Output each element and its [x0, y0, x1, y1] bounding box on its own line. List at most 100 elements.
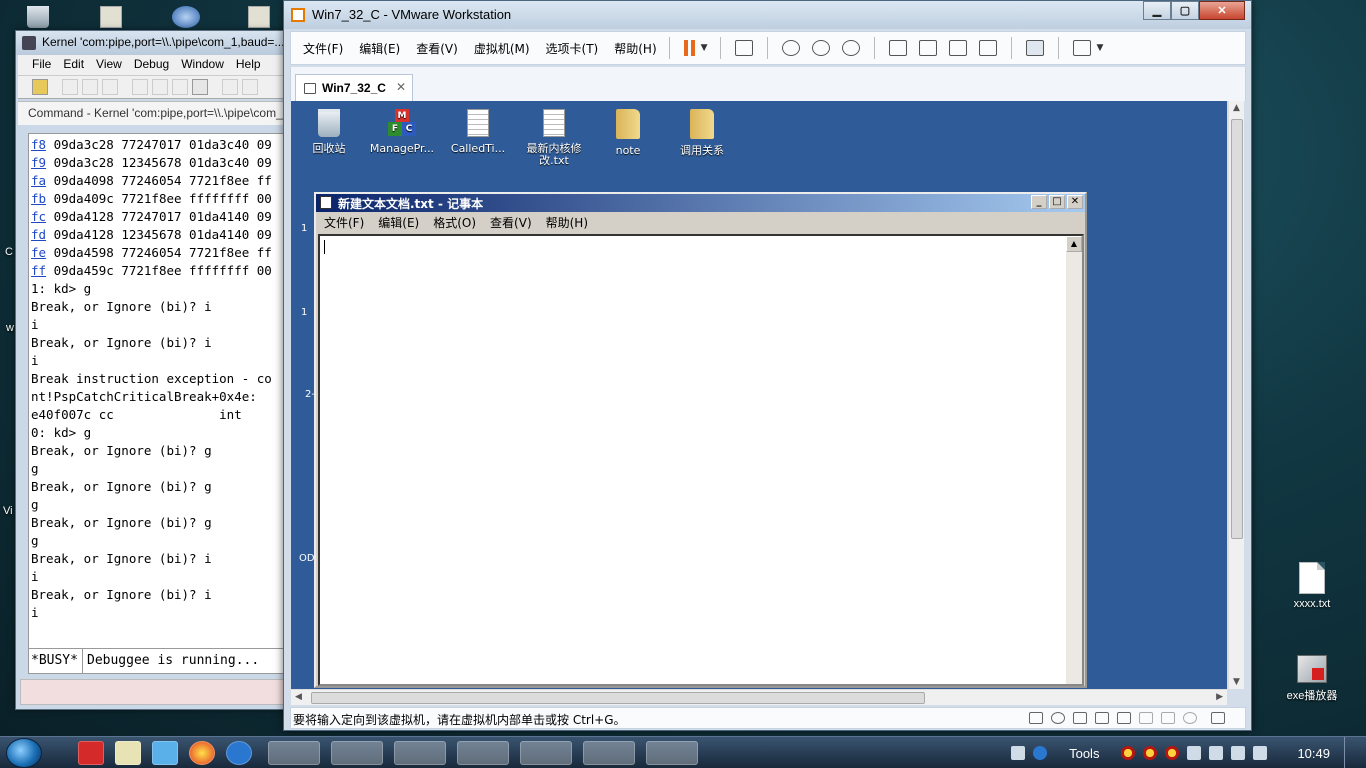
show-desktop-button[interactable] — [1344, 737, 1356, 768]
send-ctrl-alt-del-icon[interactable] — [734, 40, 753, 56]
snapshot-icon[interactable] — [781, 40, 800, 56]
chevron-down-icon[interactable]: ▼ — [701, 43, 708, 53]
taskbar-app-icon[interactable] — [152, 740, 178, 765]
taskbar-remote-icon[interactable] — [520, 740, 572, 765]
menu-file[interactable]: File — [28, 57, 59, 75]
message-log-icon[interactable] — [1211, 712, 1225, 724]
sidebar-view-icon[interactable] — [888, 40, 907, 56]
pause-icon[interactable] — [683, 40, 695, 56]
taskbar-windbg-icon[interactable] — [394, 740, 446, 765]
revert-snapshot-icon[interactable] — [811, 40, 830, 56]
step-over-icon[interactable] — [242, 79, 258, 95]
close-button[interactable]: ✕ — [1199, 1, 1245, 20]
notepad-maximize-button[interactable]: □ — [1049, 195, 1065, 209]
np-menu-format[interactable]: 格式(O) — [433, 214, 476, 232]
command-input[interactable] — [20, 679, 306, 705]
chevron-down-icon[interactable]: ▼ — [1097, 43, 1104, 53]
scroll-up-icon[interactable]: ▲ — [1066, 236, 1082, 252]
np-menu-file[interactable]: 文件(F) — [324, 214, 364, 232]
guest-vertical-scrollbar[interactable]: ▲ ▼ — [1228, 101, 1244, 689]
recycle-bin-icon[interactable] — [27, 6, 49, 28]
break-icon[interactable] — [192, 79, 208, 95]
taskbar-word-icon[interactable] — [331, 740, 383, 765]
scroll-thumb[interactable] — [311, 692, 925, 704]
unity-icon[interactable] — [978, 40, 997, 56]
frame-number-link[interactable]: fd — [31, 227, 46, 242]
menu-window[interactable]: Window — [177, 57, 232, 75]
windbg-titlebar[interactable]: Kernel 'com:pipe,port=\\.\pipe\com_1,bau… — [16, 31, 304, 55]
qq-icon[interactable] — [1121, 746, 1136, 760]
notepad-vertical-scrollbar[interactable]: ▲ — [1066, 236, 1082, 684]
guest-icon-note[interactable]: note — [595, 103, 661, 157]
taskbar-app-icon[interactable] — [457, 740, 509, 765]
maximize-button[interactable]: ▢ — [1171, 1, 1199, 20]
desktop-icon-xxxx-txt[interactable]: xxxx.txt — [1277, 562, 1347, 610]
notepad-text-area[interactable]: ▲ — [318, 234, 1084, 686]
taskbar-app-icon[interactable] — [78, 740, 104, 765]
snapshot-manager-icon[interactable] — [841, 40, 860, 56]
volume-icon[interactable] — [1231, 746, 1246, 760]
serial-port-icon[interactable] — [1139, 712, 1153, 724]
np-menu-view[interactable]: 查看(V) — [490, 214, 532, 232]
notepad-window[interactable]: 新建文本文档.txt - 记事本 _ □ ✕ 文件(F) 编辑(E) 格式(O)… — [314, 192, 1087, 688]
notepad-titlebar[interactable]: 新建文本文档.txt - 记事本 _ □ ✕ — [316, 194, 1085, 212]
step-into-icon[interactable] — [222, 79, 238, 95]
minimize-button[interactable]: ▁ — [1143, 1, 1171, 20]
guest-icon-managepr[interactable]: M F C ManagePr... — [369, 103, 435, 155]
fullscreen-icon[interactable] — [948, 40, 967, 56]
frame-number-link[interactable]: f8 — [31, 137, 46, 152]
guest-icon-kernel-txt[interactable]: 最新内核修改.txt — [521, 103, 587, 167]
taskbar-explorer-icon[interactable] — [268, 740, 320, 765]
open-folder-icon[interactable] — [32, 79, 48, 95]
menu-help[interactable]: Help — [232, 57, 269, 75]
frame-number-link[interactable]: ff — [31, 263, 46, 278]
scroll-down-icon[interactable]: ▼ — [1233, 677, 1240, 687]
frame-number-link[interactable]: fe — [31, 245, 46, 260]
network-adapter-icon[interactable] — [1073, 712, 1087, 724]
notepad-minimize-button[interactable]: _ — [1031, 195, 1047, 209]
guest-horizontal-scrollbar[interactable]: ◀ ▶ — [291, 689, 1227, 705]
hard-disk-icon[interactable] — [1029, 712, 1043, 724]
copy-icon[interactable] — [82, 79, 98, 95]
vmware-titlebar[interactable]: Win7_32_C - VMware Workstation ▁ ▢ ✕ — [284, 1, 1251, 29]
scroll-right-icon[interactable]: ▶ — [1216, 692, 1223, 702]
notepad-close-button[interactable]: ✕ — [1067, 195, 1083, 209]
guest-icon-recycle-bin[interactable]: 回收站 — [296, 103, 362, 155]
vm-menu-vm[interactable]: 虚拟机(M) — [474, 40, 530, 57]
go-icon[interactable] — [132, 79, 148, 95]
scroll-thumb[interactable] — [1231, 119, 1243, 539]
cd-rom-icon[interactable] — [1051, 712, 1065, 724]
menu-debug[interactable]: Debug — [130, 57, 177, 75]
cut-icon[interactable] — [62, 79, 78, 95]
chrome-icon[interactable] — [189, 740, 215, 765]
desktop-file-icon[interactable] — [100, 6, 122, 28]
frame-number-link[interactable]: fb — [31, 191, 46, 206]
vm-menu-file[interactable]: 文件(F) — [303, 40, 343, 57]
scroll-left-icon[interactable]: ◀ — [295, 692, 302, 702]
power-icon[interactable] — [1253, 746, 1268, 760]
scroll-up-icon[interactable]: ▲ — [1233, 103, 1240, 113]
clock[interactable]: 10:49 — [1297, 746, 1330, 761]
taskbar-image-icon[interactable] — [646, 740, 698, 765]
sound-card-icon[interactable] — [1117, 712, 1131, 724]
stop-icon[interactable] — [172, 79, 188, 95]
flag-icon[interactable] — [1187, 746, 1202, 760]
paste-icon[interactable] — [102, 79, 118, 95]
qq-icon[interactable] — [1165, 746, 1180, 760]
menu-view[interactable]: View — [92, 57, 130, 75]
help-icon[interactable] — [1033, 746, 1048, 760]
network-icon[interactable] — [1209, 746, 1224, 760]
network-icon[interactable] — [172, 6, 200, 28]
restart-icon[interactable] — [152, 79, 168, 95]
menu-edit[interactable]: Edit — [59, 57, 92, 75]
printer-icon[interactable] — [1161, 712, 1175, 724]
guest-icon-calledti[interactable]: CalledTi... — [445, 103, 511, 155]
windbg-window[interactable]: Kernel 'com:pipe,port=\\.\pipe\com_1,bau… — [15, 30, 306, 710]
taskbar-vmware-icon[interactable] — [583, 740, 635, 765]
frame-number-link[interactable]: fa — [31, 173, 46, 188]
taskbar-app-icon[interactable] — [115, 740, 141, 765]
guest-icon-call-graph[interactable]: 调用关系 — [669, 103, 735, 157]
frame-number-link[interactable]: fc — [31, 209, 46, 224]
console-view-icon[interactable] — [1025, 40, 1044, 56]
vm-menu-tabs[interactable]: 选项卡(T) — [546, 40, 599, 57]
